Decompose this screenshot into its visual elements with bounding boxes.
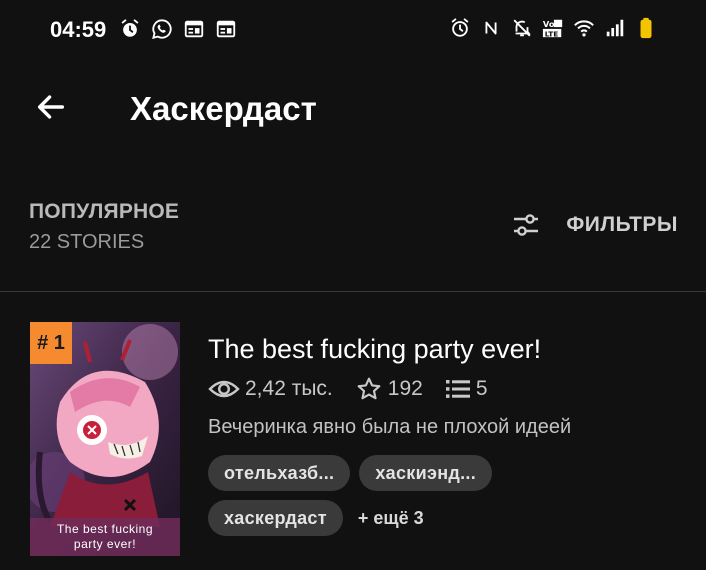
tag-list: отельхазб... хаскиэнд... хаскердаст + ещ… (208, 455, 688, 545)
svg-text:Vo: Vo (543, 19, 555, 29)
cover-caption-line2: party ever! (73, 537, 137, 551)
mute-icon (510, 16, 534, 40)
story-stats: 2,42 тыс. 192 5 (208, 376, 510, 402)
volte-icon: Vo LTE (541, 16, 565, 40)
sort-row: ПОПУЛЯРНОЕ 22 STORIES ФИЛЬТРЫ (0, 190, 706, 260)
reads-count: 2,42 тыс. (245, 377, 333, 400)
story-cover-image[interactable]: # 1 The best fucking party ever! (30, 322, 180, 556)
status-right-icons: Vo LTE (448, 16, 658, 40)
stories-count: 22 STORIES (29, 231, 145, 253)
app-screen: 04:59 Vo LTE Хаскердаст ПОПУЛЯРНОЕ 22 ST… (0, 0, 706, 570)
back-arrow-icon (37, 95, 65, 119)
divider (0, 291, 706, 292)
back-button[interactable] (28, 84, 74, 130)
story-description: Вечеринка явно была не плохой идеей (208, 416, 572, 438)
story-card[interactable]: # 1 The best fucking party ever! The bes… (0, 320, 706, 570)
eye-icon (208, 380, 240, 398)
filter-sliders-icon (514, 214, 539, 236)
votes-count: 192 (387, 377, 423, 400)
app-bar: Хаскердаст (0, 70, 706, 150)
tag-row: хаскердаст + ещё 3 (208, 500, 688, 536)
page-title: Хаскердаст (130, 90, 317, 127)
sort-dropdown[interactable]: ПОПУЛЯРНОЕ (29, 200, 179, 224)
filters-button[interactable]: ФИЛЬТРЫ (512, 212, 678, 238)
cover-caption-line1: The best fucking (56, 522, 154, 536)
notification-window-icon (214, 17, 238, 41)
battery-icon (634, 16, 658, 40)
status-bar: 04:59 Vo LTE (0, 0, 706, 60)
whatsapp-icon (150, 17, 174, 41)
votes-stat: 192 (355, 376, 423, 402)
rank-badge: # 1 (30, 322, 72, 364)
signal-icon (603, 16, 627, 40)
cover-caption: The best fucking party ever! (30, 518, 180, 556)
alarm-icon (448, 16, 472, 40)
filters-label: ФИЛЬТРЫ (566, 213, 678, 236)
tag-chip[interactable]: хаскердаст (208, 500, 343, 536)
reads-stat: 2,42 тыс. (208, 377, 333, 401)
nfc-icon (479, 16, 503, 40)
notification-window-icon (182, 17, 206, 41)
star-icon (357, 377, 381, 400)
status-time: 04:59 (50, 17, 107, 42)
tag-chip[interactable]: хаскиэнд... (359, 455, 492, 491)
alarm-icon (118, 17, 142, 41)
wifi-icon (572, 16, 596, 40)
parts-count: 5 (475, 377, 488, 400)
parts-stat: 5 (445, 377, 488, 401)
status-left-icons (118, 17, 238, 41)
svg-text:LTE: LTE (545, 29, 558, 38)
tag-row: отельхазб... хаскиэнд... (208, 455, 688, 491)
story-title[interactable]: The best fucking party ever! (208, 334, 541, 365)
list-icon (445, 380, 470, 398)
tag-chip[interactable]: отельхазб... (208, 455, 351, 491)
more-tags-link[interactable]: + ещё 3 (358, 508, 424, 529)
